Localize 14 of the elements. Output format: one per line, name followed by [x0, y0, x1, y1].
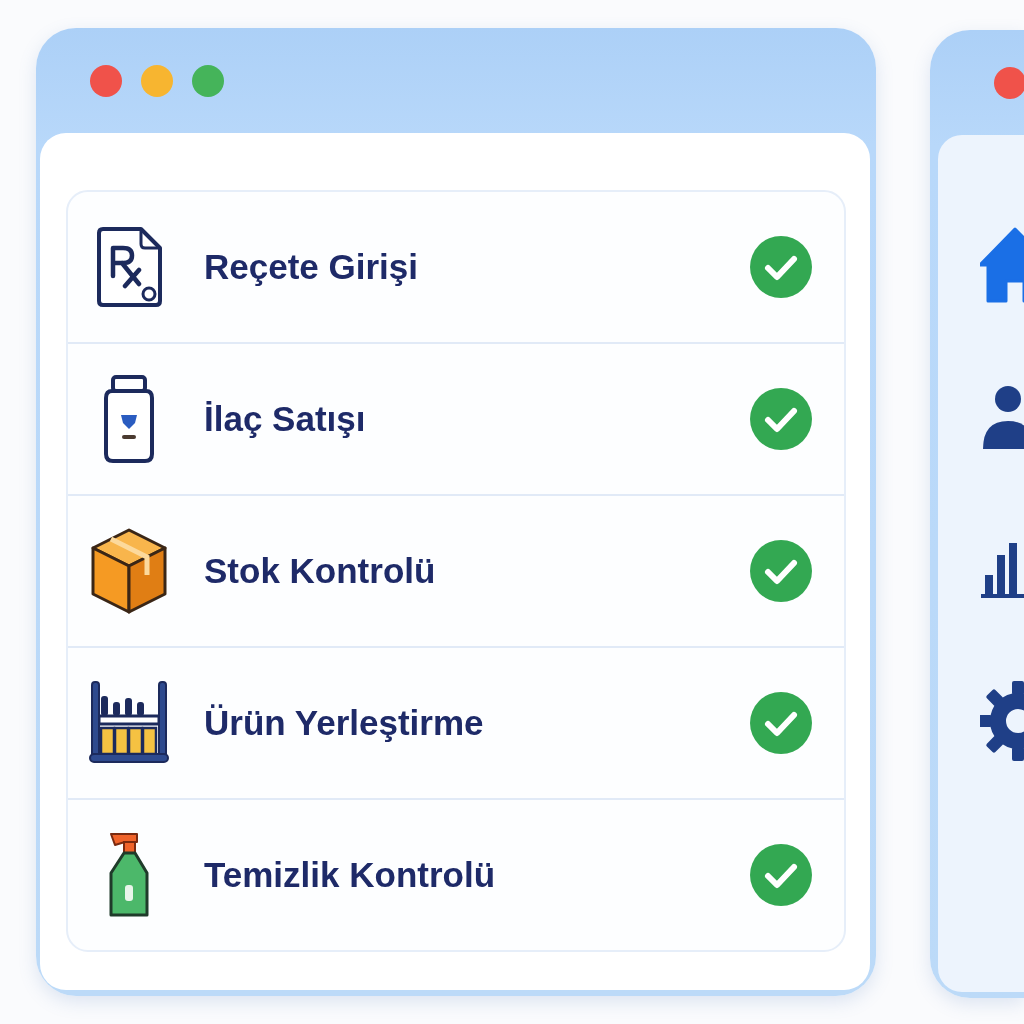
task-label: Temizlik Kontrolü	[204, 855, 496, 895]
box-icon	[90, 527, 168, 615]
task-label: Reçete Girişi	[204, 247, 418, 287]
home-icon[interactable]	[980, 225, 1024, 305]
task-label: Ürün Yerleştirme	[204, 703, 484, 743]
medicine-bottle-icon	[104, 375, 154, 463]
settings-icon[interactable]	[980, 681, 1024, 761]
task-label: İlaç Satışı	[204, 399, 366, 439]
spray-bottle-icon	[107, 831, 151, 919]
shelf-icon	[89, 680, 169, 766]
close-button[interactable]	[994, 66, 1024, 99]
task-label: Stok Kontrolü	[204, 551, 436, 591]
prescription-icon	[95, 226, 163, 308]
close-button[interactable]	[90, 64, 122, 97]
